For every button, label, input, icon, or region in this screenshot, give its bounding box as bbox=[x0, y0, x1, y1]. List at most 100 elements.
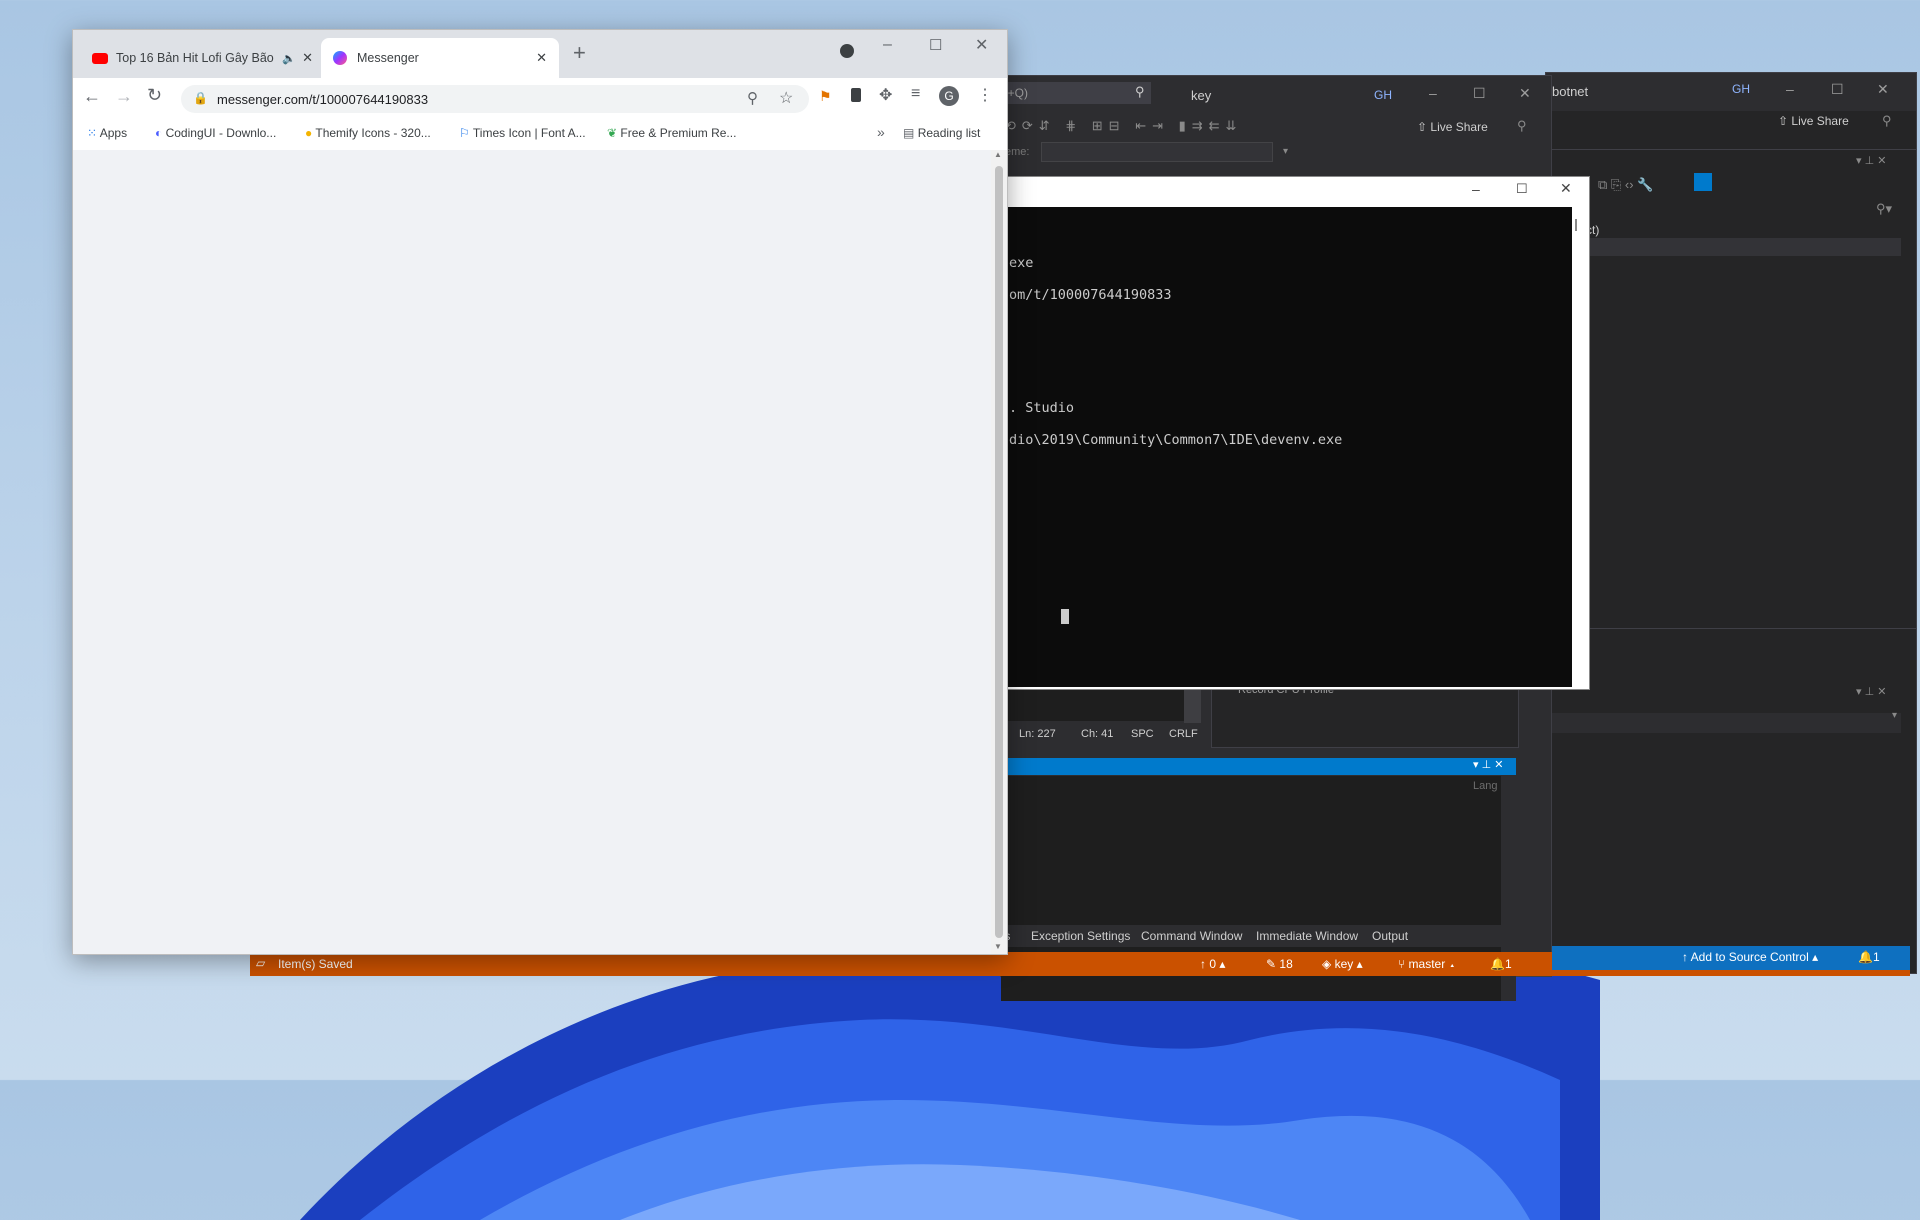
notification-bell-icon[interactable]: 🔔1 bbox=[1858, 950, 1880, 964]
page-content bbox=[73, 150, 991, 954]
push-indicator[interactable]: ↑ 0 ▴ bbox=[1200, 957, 1225, 971]
branch-indicator[interactable]: ⑂ master ▴ bbox=[1398, 957, 1456, 971]
live-share-label: Live Share bbox=[1791, 114, 1849, 128]
status-message: Item(s) Saved bbox=[278, 957, 353, 971]
live-share-button[interactable]: ⇧ Live Share bbox=[1778, 114, 1849, 128]
pin-icon[interactable]: ▾ ⊥ ✕ bbox=[1856, 154, 1886, 167]
tab-youtube[interactable]: Top 16 Bản Hit Lofi Gây Bão 🔈 ✕ bbox=[83, 38, 319, 78]
close-icon[interactable]: ✕ bbox=[536, 50, 547, 66]
zoom-icon[interactable]: ⚲ bbox=[747, 89, 758, 107]
minimize-icon[interactable]: – bbox=[1429, 85, 1437, 101]
minimize-icon[interactable]: – bbox=[1786, 81, 1794, 97]
notification-bell-icon[interactable]: 🔔1 bbox=[1490, 957, 1512, 971]
live-share-button[interactable]: ⇧ Live Share bbox=[1417, 120, 1488, 134]
selected-row bbox=[1546, 238, 1901, 256]
apps-grid-icon: ⁙ bbox=[87, 126, 98, 140]
maximize-icon[interactable]: ☐ bbox=[1831, 81, 1844, 98]
editor-scrollbar[interactable] bbox=[1184, 686, 1201, 723]
bookmark-star-icon[interactable]: ☆ bbox=[779, 88, 793, 108]
tab-messenger[interactable]: Messenger ✕ bbox=[321, 38, 559, 78]
char-number: Ch: 41 bbox=[1081, 728, 1114, 740]
youtube-icon bbox=[92, 52, 108, 64]
divider bbox=[1546, 149, 1916, 150]
title-bar bbox=[1546, 73, 1916, 111]
active-tool-icon[interactable] bbox=[1694, 173, 1712, 191]
bookmark-codingui[interactable]: ◐ CodingUI - Downlo... bbox=[155, 126, 276, 140]
dropdown-arrow-icon[interactable]: ▾ bbox=[1892, 710, 1897, 721]
repo-indicator[interactable]: ◈ key ▴ bbox=[1322, 957, 1363, 971]
tab-command-window[interactable]: Command Window bbox=[1141, 929, 1242, 943]
reading-list-icon: ▤ bbox=[903, 126, 915, 140]
tab-immediate-window[interactable]: Immediate Window bbox=[1256, 929, 1358, 943]
tool-window-controls[interactable]: ▾ ⊥ ✕ bbox=[1473, 758, 1503, 771]
toolbar-icons[interactable]: ⧉ ⎘ ‹› 🔧 bbox=[1598, 177, 1653, 193]
live-share-label: Live Share bbox=[1430, 120, 1488, 134]
scroll-up-icon[interactable]: ▲ bbox=[994, 150, 1002, 159]
messenger-icon bbox=[333, 51, 347, 65]
tab-exception-settings[interactable]: Exception Settings bbox=[1031, 929, 1130, 943]
tool-window-header: ▾ ⊥ ✕ bbox=[1001, 758, 1516, 775]
url-text[interactable]: messenger.com/t/100007644190833 bbox=[217, 92, 428, 107]
scroll-down-icon[interactable]: ▼ bbox=[994, 942, 1002, 951]
changes-count: 18 bbox=[1279, 957, 1293, 971]
feedback-icon[interactable]: ⚲ bbox=[1517, 118, 1527, 134]
frame-dropdown[interactable] bbox=[1041, 142, 1273, 162]
bookmark-free-premium[interactable]: ❦ Free & Premium Re... bbox=[607, 126, 736, 140]
speaker-icon[interactable]: 🔈 bbox=[282, 52, 296, 65]
forward-icon[interactable]: → bbox=[115, 86, 133, 107]
new-tab-button[interactable]: + bbox=[573, 40, 586, 66]
minimize-icon[interactable]: – bbox=[883, 36, 892, 54]
maximize-icon[interactable]: ☐ bbox=[1473, 85, 1486, 102]
address-bar[interactable]: 🔒 messenger.com/t/100007644190833 ⚲ ☆ bbox=[181, 85, 809, 113]
flag-icon: ⚐ bbox=[459, 126, 470, 140]
account-badge[interactable]: GH bbox=[1732, 82, 1752, 100]
visual-studio-window-back: botnet GH – ☐ ✕ ⇧ Live Share ⚲ ▾ ⊥ ✕ ⧉ ⎘… bbox=[1545, 72, 1917, 974]
changes-indicator[interactable]: ✎ 18 bbox=[1266, 957, 1293, 971]
tab-search-icon[interactable] bbox=[840, 44, 854, 58]
extension-icon[interactable]: ⚑ bbox=[819, 88, 832, 105]
scroll-thumb[interactable] bbox=[1575, 219, 1577, 231]
extension-icon[interactable] bbox=[851, 88, 861, 102]
dropdown-arrow-icon[interactable]: ▾ bbox=[1283, 146, 1288, 157]
bookmark-times-icon[interactable]: ⚐ Times Icon | Font A... bbox=[459, 126, 586, 140]
close-icon[interactable]: ✕ bbox=[1560, 180, 1572, 197]
lock-icon[interactable]: 🔒 bbox=[193, 91, 208, 105]
console-scrollbar[interactable] bbox=[1572, 207, 1588, 687]
solution-name: key bbox=[1191, 88, 1212, 103]
line-ending: CRLF bbox=[1169, 728, 1198, 740]
bookmark-apps[interactable]: ⁙ Apps bbox=[87, 126, 127, 140]
codingui-icon: ◐ bbox=[155, 126, 163, 140]
maximize-icon[interactable]: ☐ bbox=[1516, 181, 1528, 197]
close-icon[interactable]: ✕ bbox=[1519, 85, 1531, 102]
puzzle-icon[interactable]: ✥ bbox=[879, 85, 892, 105]
reading-list-button[interactable]: ▤ Reading list bbox=[903, 126, 980, 140]
minimize-icon[interactable]: – bbox=[1472, 181, 1480, 197]
console-window: – ☐ ✕ exe om/t/100007644190833 . Studio … bbox=[1005, 176, 1590, 690]
search-placeholder: l+Q) bbox=[1005, 86, 1029, 100]
media-control-icon[interactable]: ≡ bbox=[911, 85, 920, 103]
close-icon[interactable]: ✕ bbox=[1877, 81, 1889, 98]
debug-toolbar-icons[interactable]: ⟲⟳⇵ ⋕ ⊞⊟ ⇤⇥ ▮⇉⇇⇊ bbox=[1005, 118, 1242, 134]
close-icon[interactable]: ✕ bbox=[975, 35, 988, 55]
add-to-source-control-button[interactable]: ↑ Add to Source Control ▴ bbox=[1682, 950, 1818, 964]
scroll-thumb[interactable] bbox=[995, 166, 1003, 938]
whitespace-mode: SPC bbox=[1131, 728, 1154, 740]
bottom-tabs: ts Exception Settings Command Window Imm… bbox=[1001, 925, 1551, 947]
account-badge[interactable]: GH bbox=[1374, 88, 1392, 102]
back-icon[interactable]: ← bbox=[83, 86, 101, 107]
reload-icon[interactable]: ↻ bbox=[147, 85, 162, 106]
diagnostic-panel: Record CPU Profile bbox=[1211, 684, 1519, 748]
search-icon[interactable]: ⚲▾ bbox=[1876, 201, 1892, 217]
feedback-icon[interactable]: ⚲ bbox=[1882, 113, 1892, 129]
console-line: om/t/100007644190833 bbox=[1009, 287, 1172, 303]
profile-avatar[interactable]: G bbox=[939, 86, 959, 106]
menu-icon[interactable]: ⋮ bbox=[977, 85, 993, 105]
close-icon[interactable]: ✕ bbox=[302, 50, 313, 66]
page-scrollbar[interactable]: ▲ ▼ bbox=[991, 150, 1007, 954]
more-bookmarks-icon[interactable]: » bbox=[877, 124, 885, 140]
tab-output[interactable]: Output bbox=[1372, 929, 1408, 943]
bookmark-themify[interactable]: ● Themify Icons - 320... bbox=[305, 126, 431, 140]
maximize-icon[interactable]: ☐ bbox=[929, 36, 942, 54]
search-box[interactable]: l+Q) ⚲ bbox=[1001, 82, 1151, 104]
panel-controls-icon[interactable]: ▾ ⊥ ✕ bbox=[1856, 685, 1886, 698]
